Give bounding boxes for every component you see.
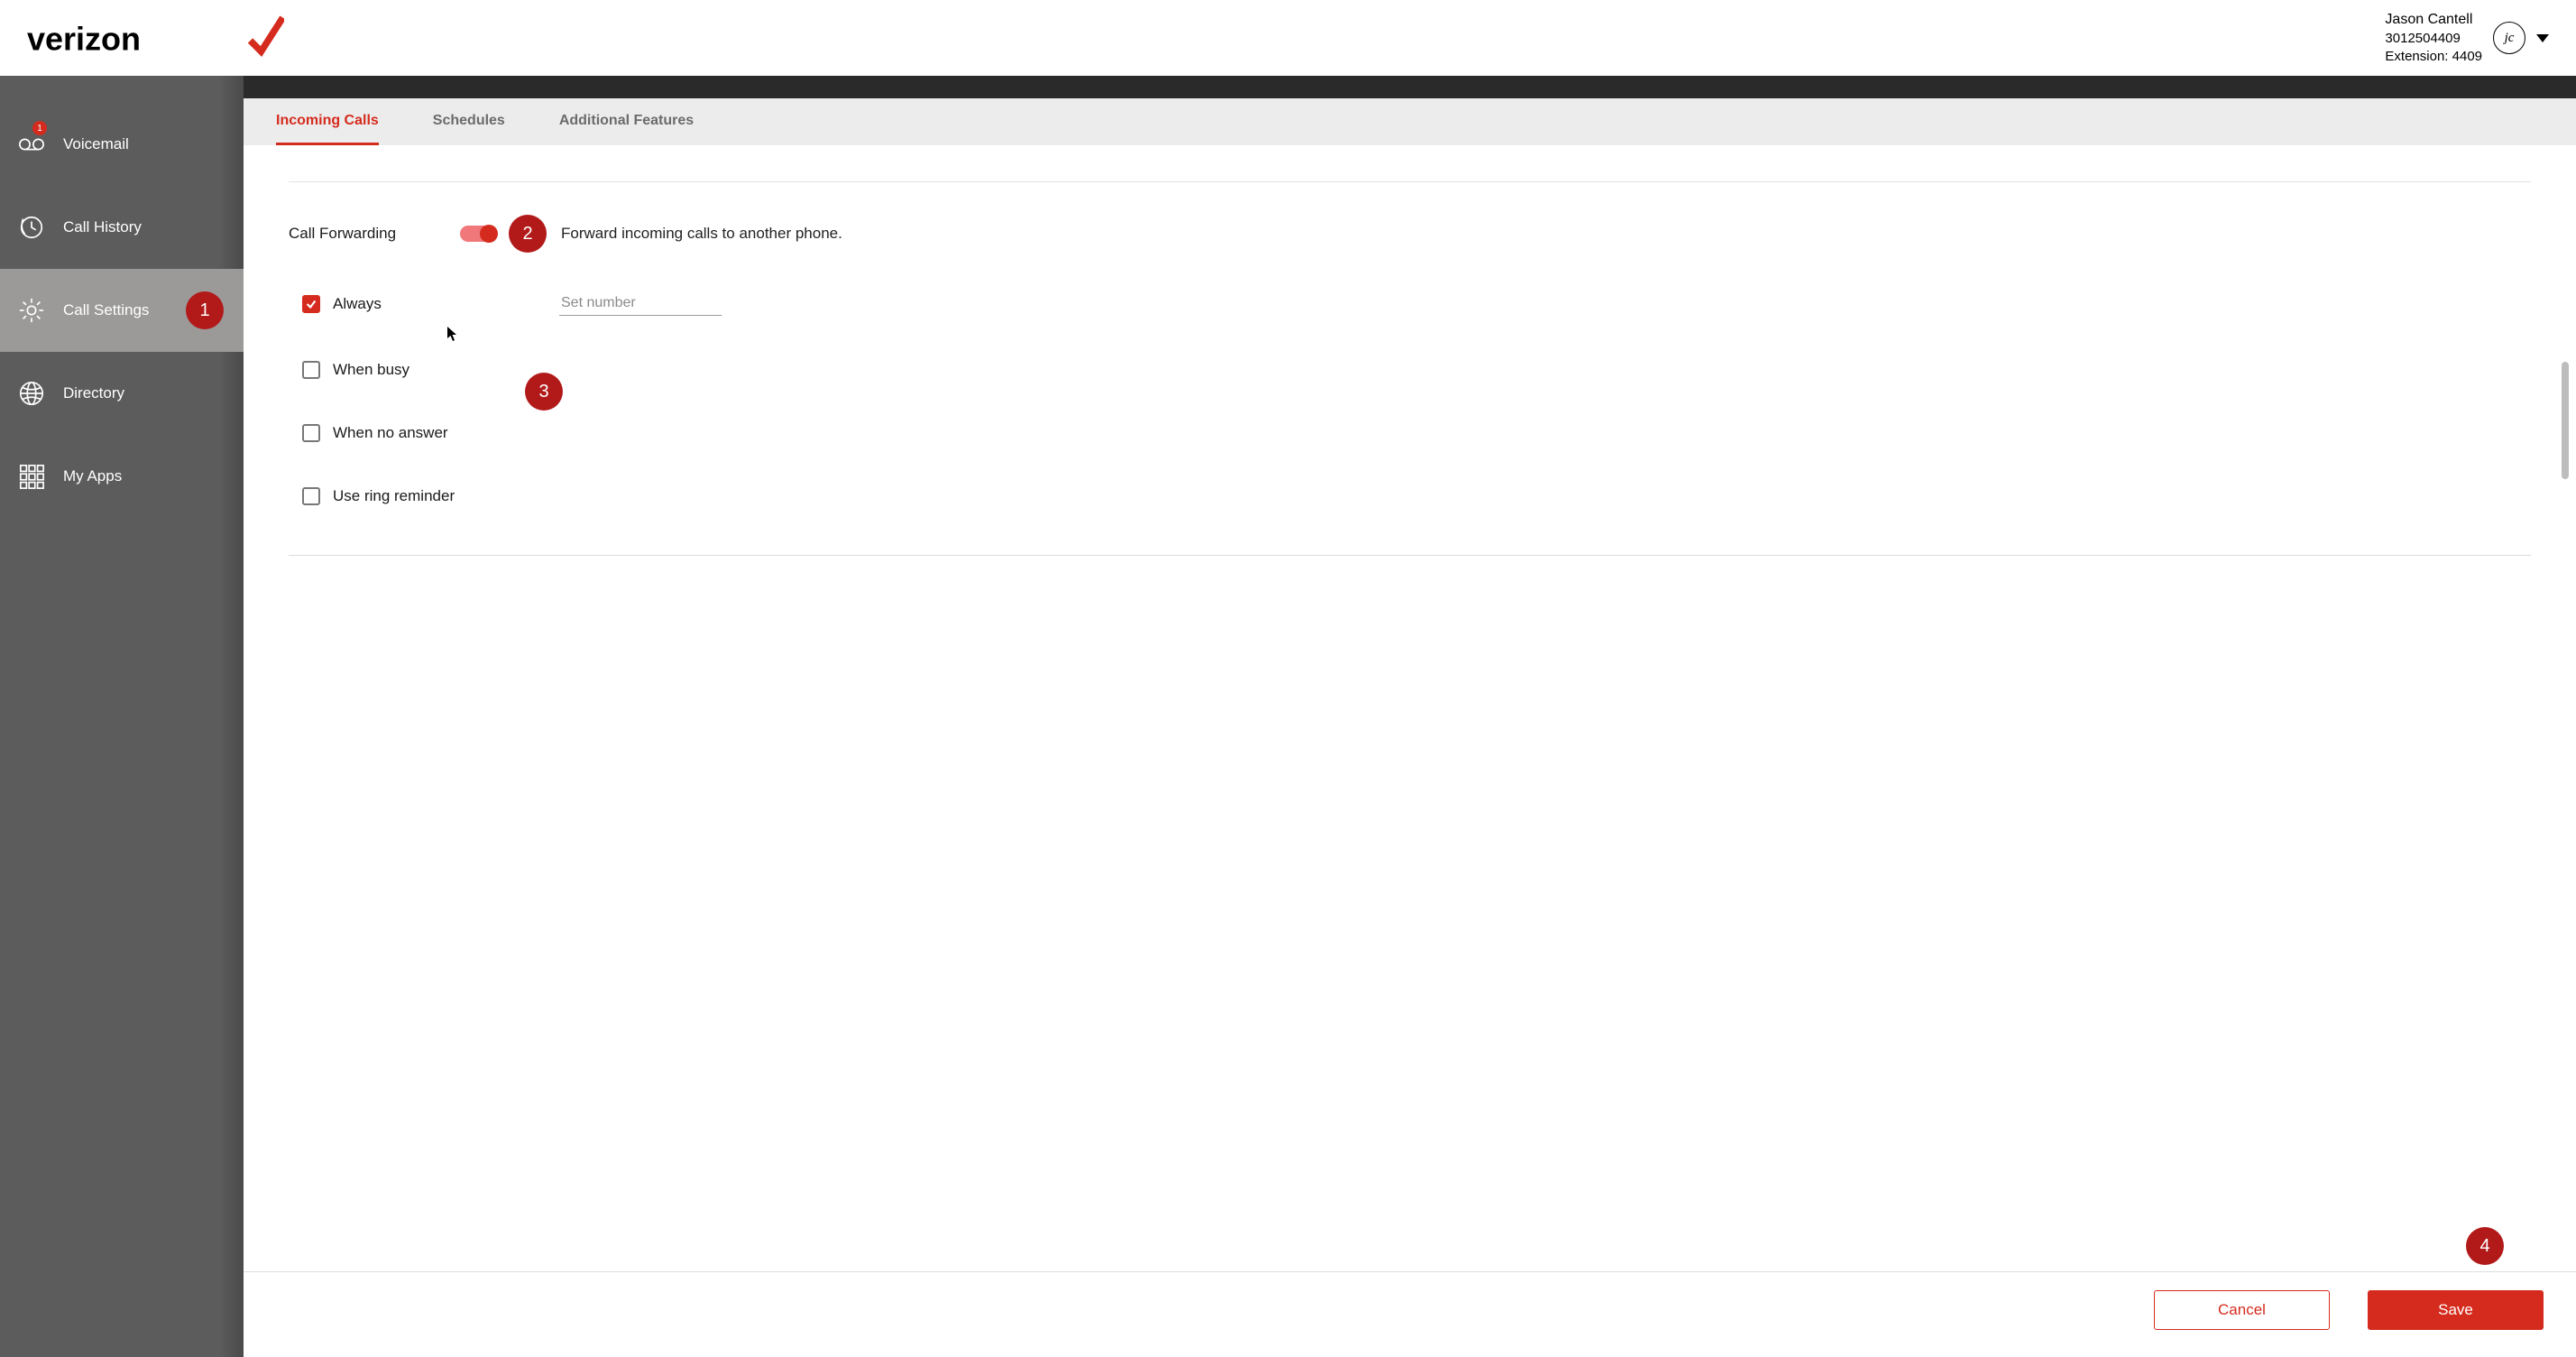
- sidebar-item-my-apps[interactable]: My Apps: [0, 435, 244, 518]
- top-header: verizon Jason Cantell 3012504409 Extensi…: [0, 0, 2576, 76]
- toggle-knob: [480, 225, 498, 243]
- tabs-row: Incoming Calls Schedules Additional Feat…: [244, 98, 2576, 145]
- content-pane: Incoming Calls Schedules Additional Feat…: [244, 76, 2576, 1357]
- chevron-down-icon[interactable]: [2536, 34, 2549, 42]
- gear-icon: [16, 295, 47, 326]
- checkbox-always[interactable]: [302, 295, 320, 313]
- apps-grid-icon: [16, 461, 47, 492]
- voicemail-badge: 1: [32, 121, 47, 135]
- cf-option-label: Always: [333, 295, 382, 313]
- cf-option-ring-reminder: Use ring reminder: [289, 465, 2531, 528]
- user-text: Jason Cantell 3012504409 Extension: 4409: [2385, 10, 2482, 66]
- verizon-logo: verizon: [27, 11, 284, 65]
- tab-incoming-calls[interactable]: Incoming Calls: [276, 98, 379, 145]
- annotation-1: 1: [186, 291, 224, 329]
- sidebar-item-voicemail[interactable]: Voicemail 1: [0, 103, 244, 186]
- sidebar-item-call-settings[interactable]: Call Settings 1: [0, 269, 244, 352]
- call-forwarding-toggle[interactable]: [460, 226, 496, 242]
- cf-option-when-no-answer: When no answer: [289, 402, 2531, 465]
- svg-text:verizon: verizon: [27, 21, 141, 58]
- settings-scroll-area[interactable]: Call Forwarding 2 Forward incoming calls…: [244, 145, 2576, 1271]
- save-button[interactable]: Save: [2368, 1290, 2544, 1330]
- footer-bar: 4 Cancel Save: [244, 1271, 2576, 1357]
- globe-icon: [16, 378, 47, 409]
- cf-option-label: When busy: [333, 361, 409, 379]
- cancel-button[interactable]: Cancel: [2154, 1290, 2330, 1330]
- sidebar: Voicemail 1 Call History: [0, 76, 244, 1357]
- checkbox-ring-reminder[interactable]: [302, 487, 320, 505]
- sidebar-item-label: My Apps: [63, 467, 122, 485]
- sidebar-item-directory[interactable]: Directory: [0, 352, 244, 435]
- verizon-logo-svg: verizon: [27, 11, 284, 65]
- call-forwarding-row: Call Forwarding 2 Forward incoming calls…: [289, 182, 2531, 269]
- avatar[interactable]: jc: [2493, 22, 2525, 54]
- checkbox-when-no-answer[interactable]: [302, 424, 320, 442]
- set-number-input[interactable]: [559, 291, 722, 316]
- annotation-2: 2: [509, 215, 547, 253]
- tab-additional-features[interactable]: Additional Features: [559, 98, 694, 145]
- scrollbar-thumb[interactable]: [2562, 362, 2569, 479]
- sidebar-item-label: Call Settings: [63, 301, 149, 319]
- user-extension: Extension: 4409: [2385, 48, 2482, 66]
- sidebar-item-label: Call History: [63, 218, 142, 236]
- dark-strip: [244, 76, 2576, 98]
- cf-option-always: Always: [289, 269, 2531, 338]
- sidebar-item-label: Directory: [63, 384, 124, 402]
- cf-option-when-busy: When busy: [289, 338, 2531, 402]
- sidebar-item-label: Voicemail: [63, 135, 129, 153]
- call-history-icon: [16, 212, 47, 243]
- call-forwarding-description: Forward incoming calls to another phone.: [561, 225, 842, 243]
- cf-option-label: When no answer: [333, 424, 448, 442]
- checkbox-when-busy[interactable]: [302, 361, 320, 379]
- user-block[interactable]: Jason Cantell 3012504409 Extension: 4409…: [2385, 10, 2549, 66]
- cf-option-label: Use ring reminder: [333, 487, 455, 505]
- sidebar-item-call-history[interactable]: Call History: [0, 186, 244, 269]
- call-forwarding-title: Call Forwarding: [289, 225, 460, 243]
- user-phone: 3012504409: [2385, 30, 2482, 48]
- tab-schedules[interactable]: Schedules: [433, 98, 505, 145]
- user-name: Jason Cantell: [2385, 10, 2482, 30]
